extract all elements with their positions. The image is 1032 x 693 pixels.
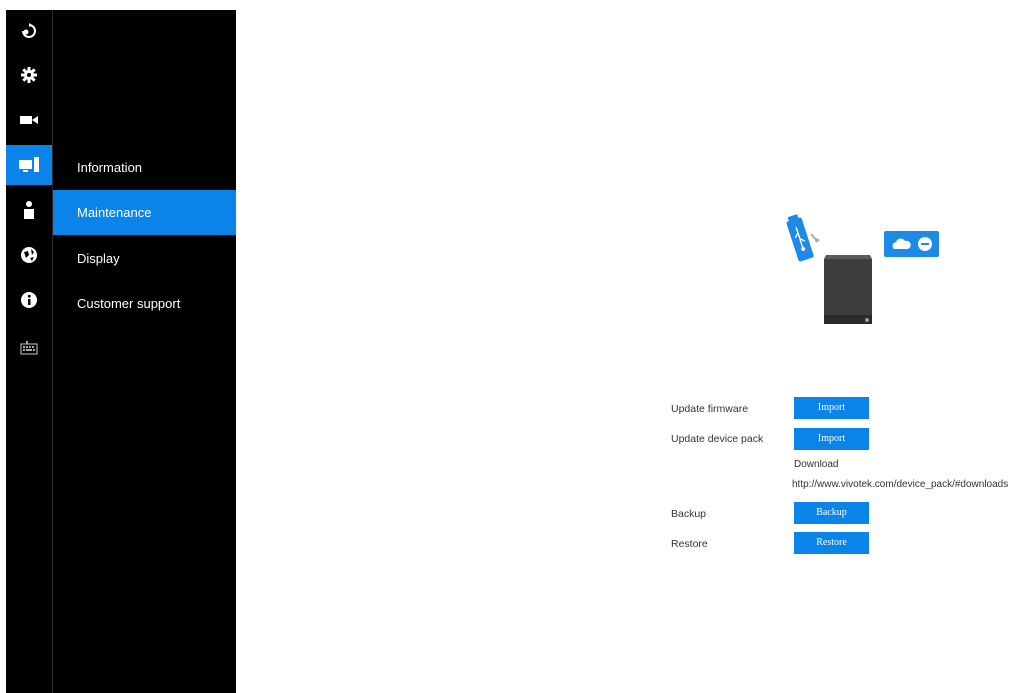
icon-rail xyxy=(6,10,52,693)
system-icon[interactable] xyxy=(6,145,52,185)
download-link[interactable]: http://www.vivotek.com/device_pack/#down… xyxy=(792,479,1008,490)
usb-drive-icon xyxy=(786,214,814,262)
download-label: Download xyxy=(794,459,839,470)
update-device-pack-import-button[interactable]: Import xyxy=(794,428,869,450)
update-firmware-label: Update firmware xyxy=(671,403,749,415)
menu-item-display[interactable]: Display xyxy=(53,236,236,281)
menu-item-maintenance[interactable]: Maintenance xyxy=(53,190,236,235)
video-camera-icon[interactable] xyxy=(6,100,52,140)
nvr-device-icon xyxy=(824,255,872,324)
logo-icon[interactable] xyxy=(6,10,52,50)
arrow-down-icon xyxy=(810,233,820,243)
user-icon[interactable] xyxy=(6,190,52,230)
menu-item-customer-support[interactable]: Customer support xyxy=(53,281,236,326)
info-icon[interactable] xyxy=(6,280,52,320)
keyboard-icon[interactable] xyxy=(6,328,52,368)
update-device-pack-label: Update device pack xyxy=(671,433,764,445)
gear-icon[interactable] xyxy=(6,55,52,95)
system-submenu: Information Maintenance Display Customer… xyxy=(53,10,236,693)
maintenance-illustration xyxy=(776,212,946,337)
menu-item-information[interactable]: Information xyxy=(53,145,236,190)
backup-label: Backup xyxy=(671,508,707,520)
restore-button[interactable]: Restore xyxy=(794,532,869,554)
restore-label: Restore xyxy=(671,538,708,550)
update-firmware-import-button[interactable]: Import xyxy=(794,397,869,419)
network-icon[interactable] xyxy=(6,235,52,275)
cloud-download-icon xyxy=(884,231,939,257)
backup-button[interactable]: Backup xyxy=(794,502,869,524)
